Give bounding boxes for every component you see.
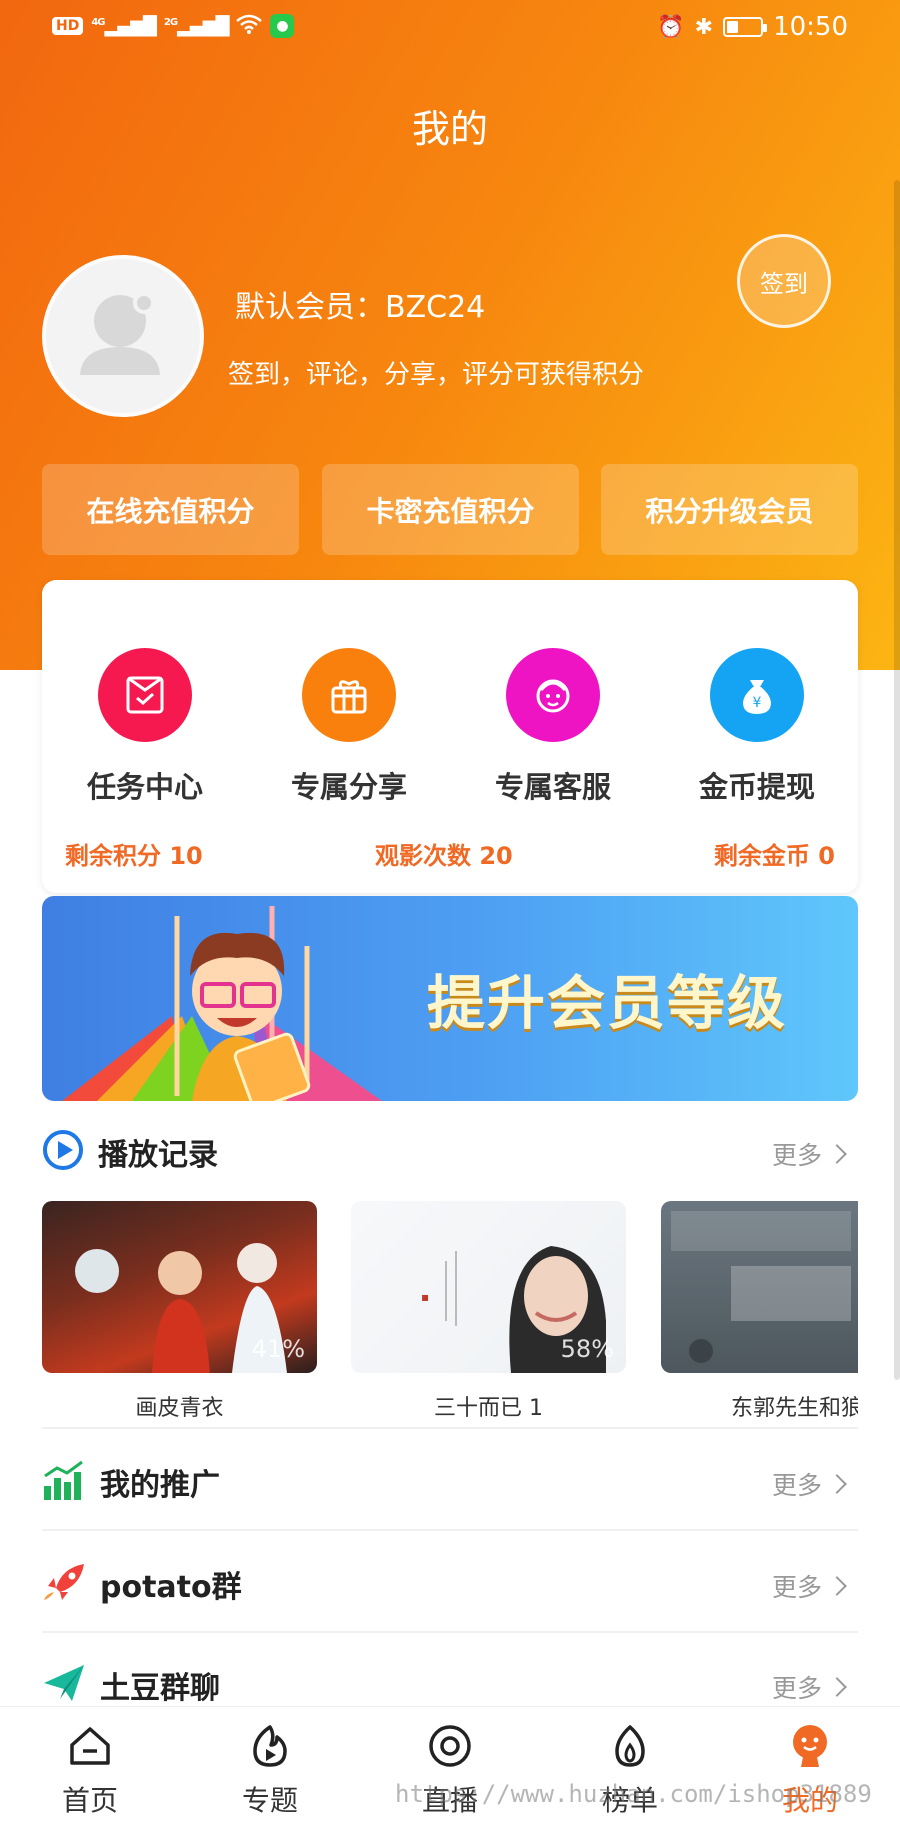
status-left: HD 4G▂▄▆█ 2G▂▄▆█ ● — [52, 14, 295, 38]
history-thumbnail-2[interactable]: ▪ 58% — [351, 1201, 626, 1373]
signal-2g-icon: 2G▂▄▆█ — [163, 15, 230, 37]
remaining-points: 剩余积分 10 — [65, 842, 203, 870]
task-center-label: 任务中心 — [86, 770, 203, 804]
gift-icon — [302, 648, 396, 742]
divider — [42, 1631, 858, 1633]
tab-home[interactable]: 首页 — [30, 1723, 150, 1819]
banner-illustration — [62, 906, 382, 1101]
potato-group-more-link[interactable]: 更多 — [771, 1568, 847, 1604]
tab-topic-label: 专题 — [241, 1784, 298, 1817]
history-title-2[interactable]: 三十而已 1 — [351, 1390, 626, 1422]
play-icon — [42, 1129, 84, 1175]
upgrade-member-button[interactable]: 积分升级会员 — [601, 464, 858, 555]
chart-growth-icon — [42, 1460, 86, 1504]
avatar[interactable] — [42, 255, 204, 417]
paper-plane-icon — [42, 1663, 86, 1707]
money-bag-icon: ¥ — [710, 648, 804, 742]
watermark: https://www.huzhan.com/ishop31889 — [395, 1780, 872, 1808]
promotion-title: 我的推广 — [100, 1468, 220, 1503]
group-chat-row[interactable]: 土豆群聊 更多 — [42, 1661, 858, 1709]
status-bar: HD 4G▂▄▆█ 2G▂▄▆█ ● ⏰ ✱ 10:50 — [0, 0, 900, 56]
ranking-icon — [607, 1723, 653, 1769]
quick-entry-card: 任务中心 专属分享 专属客服 ¥ 金币提现 剩余积分 10 观影次数 20 剩余… — [42, 580, 858, 893]
potato-group-more-label: 更多 — [771, 1573, 822, 1602]
divider — [42, 1529, 858, 1531]
exclusive-share-entry[interactable]: 专属分享 — [269, 648, 429, 806]
battery-icon — [723, 17, 768, 37]
promotion-row[interactable]: 我的推广 更多 — [42, 1458, 858, 1506]
group-chat-title: 土豆群聊 — [100, 1671, 220, 1706]
online-recharge-button[interactable]: 在线充值积分 — [42, 464, 299, 555]
coin-withdraw-entry[interactable]: ¥ 金币提现 — [677, 648, 837, 806]
page-title: 我的 — [411, 107, 488, 151]
exclusive-share-label: 专属分享 — [290, 770, 407, 804]
hd-badge: HD — [52, 17, 84, 35]
task-center-entry[interactable]: 任务中心 — [65, 648, 225, 806]
default-avatar-icon — [80, 292, 160, 375]
bottom-tab-bar: 首页 专题 直播 榜单 我的 — [0, 1706, 900, 1837]
history-title: 播放记录 — [98, 1138, 218, 1173]
scrollbar[interactable] — [894, 180, 900, 1380]
wechat-icon: ● — [270, 14, 295, 38]
potato-group-title: potato群 — [100, 1570, 242, 1605]
promotion-more-link[interactable]: 更多 — [771, 1466, 847, 1502]
chevron-right-icon — [827, 1677, 847, 1697]
group-chat-more-label: 更多 — [771, 1674, 822, 1703]
topic-icon — [247, 1723, 293, 1769]
poster-image — [671, 1211, 851, 1363]
bluetooth-icon: ✱ — [694, 14, 714, 40]
history-progress-1: 41% — [251, 1335, 305, 1363]
chevron-right-icon — [827, 1576, 847, 1596]
signal-4g-icon: 4G▂▄▆█ — [91, 15, 157, 37]
divider — [42, 1427, 858, 1429]
potato-group-row[interactable]: potato群 更多 — [42, 1560, 858, 1608]
chevron-right-icon — [827, 1474, 847, 1494]
view-count: 观影次数 20 — [375, 842, 513, 870]
history-thumbnail-1[interactable]: 41% — [42, 1201, 317, 1373]
coin-withdraw-label: 金币提现 — [698, 770, 815, 804]
group-chat-more-link[interactable]: 更多 — [771, 1669, 847, 1705]
member-name: 默认会员：BZC24 — [235, 290, 486, 325]
task-icon — [98, 648, 192, 742]
upgrade-banner[interactable]: 提升会员等级 — [42, 896, 858, 1101]
clock: 10:50 — [773, 12, 848, 42]
customer-service-entry[interactable]: 专属客服 — [473, 648, 633, 806]
points-hint: 签到，评论，分享，评分可获得积分 — [228, 360, 645, 390]
home-icon — [67, 1723, 113, 1769]
chevron-right-icon — [827, 1144, 847, 1164]
history-title-1[interactable]: 画皮青衣 — [42, 1390, 317, 1422]
customer-service-label: 专属客服 — [494, 770, 611, 804]
svg-text:¥: ¥ — [753, 695, 762, 711]
svg-text:▪: ▪ — [421, 1290, 429, 1304]
remaining-coins: 剩余金币 0 — [713, 842, 835, 870]
battery-level — [727, 21, 738, 33]
banner-text: 提升会员等级 — [427, 969, 788, 1037]
checkin-button[interactable]: 签到 — [737, 234, 831, 328]
service-icon — [506, 648, 600, 742]
status-right: ⏰ ✱ 10:50 — [657, 12, 848, 42]
history-thumbnail-3[interactable] — [661, 1201, 858, 1373]
wifi-icon — [236, 14, 263, 38]
history-more-link[interactable]: 更多 — [771, 1136, 847, 1172]
tab-home-label: 首页 — [61, 1784, 118, 1817]
live-icon — [427, 1723, 473, 1769]
promotion-more-label: 更多 — [771, 1471, 822, 1500]
card-recharge-button[interactable]: 卡密充值积分 — [322, 464, 579, 555]
tab-topic[interactable]: 专题 — [210, 1723, 330, 1819]
profile-icon — [787, 1723, 833, 1769]
rocket-icon — [42, 1562, 86, 1606]
alarm-icon: ⏰ — [657, 14, 685, 40]
history-progress-2: 58% — [560, 1335, 614, 1363]
history-section-header: 播放记录 更多 — [42, 1128, 858, 1176]
history-title-3[interactable]: 东郭先生和狼 — [731, 1390, 858, 1422]
history-more-label: 更多 — [771, 1141, 822, 1170]
